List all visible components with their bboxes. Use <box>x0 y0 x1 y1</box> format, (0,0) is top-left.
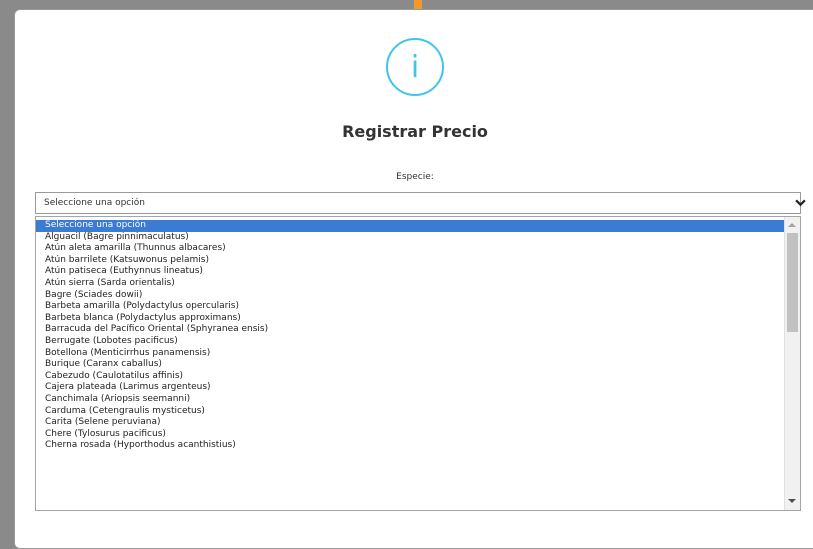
modal-title: Registrar Precio <box>342 122 488 141</box>
dropdown-option[interactable]: Canchimala (Ariopsis seemanni) <box>36 394 784 406</box>
dropdown-option[interactable]: Carita (Selene peruviana) <box>36 417 784 429</box>
option-list: Seleccione una opción Alguacil (Bagre pin… <box>36 220 784 452</box>
dropdown-option[interactable]: Atún barrilete (Katsuwonus pelamis) <box>36 255 784 267</box>
dropdown-option[interactable]: Atún patiseca (Euthynnus lineatus) <box>36 266 784 278</box>
especie-dropdown-list[interactable]: Seleccione una opción Alguacil (Bagre pin… <box>35 216 801 511</box>
dropdown-option[interactable]: Seleccione una opción <box>36 220 784 232</box>
dropdown-option[interactable]: Botellona (Menticirrhus panamensis) <box>36 348 784 360</box>
scroll-down-icon[interactable] <box>788 499 796 503</box>
dropdown-option[interactable]: Burique (Caranx caballus) <box>36 359 784 371</box>
scroll-thumb[interactable] <box>787 233 798 332</box>
info-glyph: i <box>410 50 420 85</box>
dropdown-option[interactable]: Barbeta blanca (Polydactylus approximans… <box>36 313 784 325</box>
especie-label: Especie: <box>396 172 434 182</box>
dropdown-scrollbar[interactable] <box>784 217 800 510</box>
chevron-down-icon[interactable] <box>795 197 806 208</box>
dropdown-option[interactable]: Cajera plateada (Larimus argenteus) <box>36 382 784 394</box>
dropdown-option[interactable]: Berrugate (Lobotes pacificus) <box>36 336 784 348</box>
especie-select[interactable]: Seleccione una opción <box>35 192 806 214</box>
dropdown-option[interactable]: Alguacil (Bagre pinnimaculatus) <box>36 232 784 244</box>
dropdown-option[interactable]: Cabezudo (Caulotatilus affinis) <box>36 371 784 383</box>
select-value: Seleccione una opción <box>44 198 145 208</box>
dropdown-option[interactable]: Chere (Tylosurus pacificus) <box>36 429 784 441</box>
dropdown-option[interactable]: Atún sierra (Sarda orientalis) <box>36 278 784 290</box>
dropdown-option[interactable]: Barracuda del Pacífico Oriental (Sphyran… <box>36 324 784 336</box>
dropdown-option[interactable]: Cherna rosada (Hyporthodus acanthistius) <box>36 440 784 452</box>
scroll-up-icon[interactable] <box>788 223 796 227</box>
dropdown-option[interactable]: Barbeta amarilla (Polydactylus opercular… <box>36 301 784 313</box>
dropdown-option[interactable]: Carduma (Cetengraulis mysticetus) <box>36 406 784 418</box>
info-icon: i <box>386 38 444 96</box>
dropdown-option[interactable]: Bagre (Sciades dowii) <box>36 290 784 302</box>
dropdown-option[interactable]: Atún aleta amarilla (Thunnus albacares) <box>36 243 784 255</box>
